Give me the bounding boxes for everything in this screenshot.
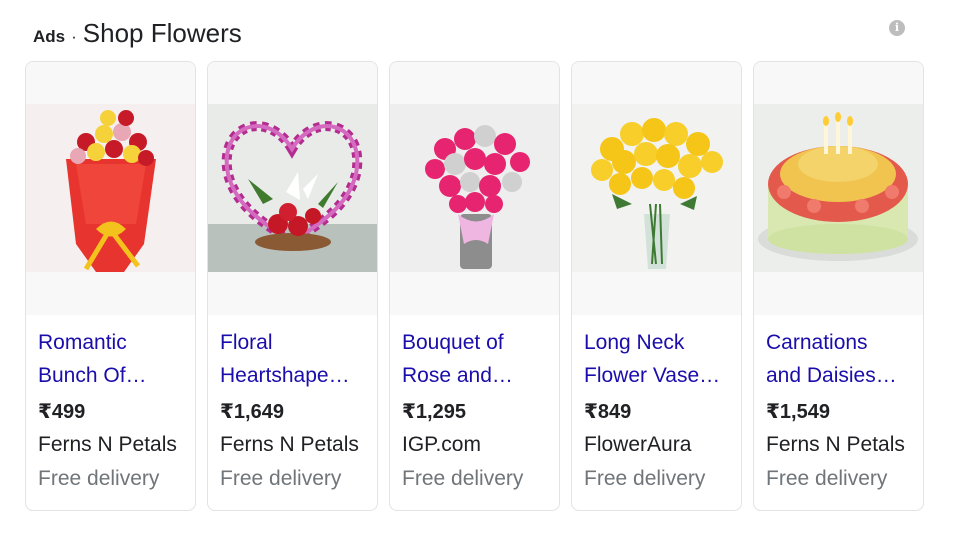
product-card-2[interactable]: Floral Heartshape… ₹1,649 Ferns N Petals…	[207, 61, 378, 511]
product-card-5[interactable]: Carnations and Daisies… ₹1,549 Ferns N P…	[753, 61, 924, 511]
ads-label: Ads	[33, 27, 66, 46]
product-price: ₹1,649	[220, 401, 284, 423]
shop-title: Shop Flowers	[82, 18, 242, 48]
product-card-3[interactable]: Bouquet of Rose and… ₹1,295 IGP.com Free…	[389, 61, 560, 511]
product-seller: Ferns N Petals	[38, 433, 177, 456]
red-yellow-rose-bouquet-image	[26, 104, 195, 272]
product-title[interactable]: Bouquet of Rose and…	[402, 326, 554, 392]
product-seller: Ferns N Petals	[220, 433, 359, 456]
info-icon[interactable]: i	[889, 20, 905, 36]
product-title[interactable]: Long Neck Flower Vase…	[584, 326, 736, 392]
product-delivery: Free delivery	[38, 467, 160, 490]
product-delivery: Free delivery	[402, 467, 524, 490]
product-delivery: Free delivery	[766, 467, 888, 490]
product-seller: Ferns N Petals	[766, 433, 905, 456]
product-price: ₹1,549	[766, 401, 830, 423]
carnation-cake-image	[754, 104, 923, 272]
ads-header: Ads · Shop Flowers	[33, 18, 242, 50]
product-title[interactable]: Romantic Bunch Of…	[38, 326, 190, 392]
product-price: ₹849	[584, 401, 632, 423]
product-card-4[interactable]: Long Neck Flower Vase… ₹849 FlowerAura F…	[571, 61, 742, 511]
separator: ·	[71, 27, 77, 46]
product-card-1[interactable]: Romantic Bunch Of… ₹499 Ferns N Petals F…	[25, 61, 196, 511]
product-seller: IGP.com	[402, 433, 481, 456]
product-delivery: Free delivery	[584, 467, 706, 490]
product-title[interactable]: Floral Heartshape…	[220, 326, 372, 392]
product-image-3[interactable]	[390, 62, 559, 315]
product-price: ₹1,295	[402, 401, 466, 423]
product-title[interactable]: Carnations and Daisies…	[766, 326, 918, 392]
product-delivery: Free delivery	[220, 467, 342, 490]
product-image-2[interactable]	[208, 62, 377, 315]
product-seller: FlowerAura	[584, 433, 692, 456]
pink-white-rose-vase-image	[390, 104, 559, 272]
product-price: ₹499	[38, 401, 86, 423]
product-image-4[interactable]	[572, 62, 741, 315]
product-image-5[interactable]	[754, 62, 923, 315]
yellow-rose-vase-image	[572, 104, 741, 272]
orchid-heart-basket-image	[208, 104, 377, 272]
product-image-1[interactable]	[26, 62, 195, 315]
